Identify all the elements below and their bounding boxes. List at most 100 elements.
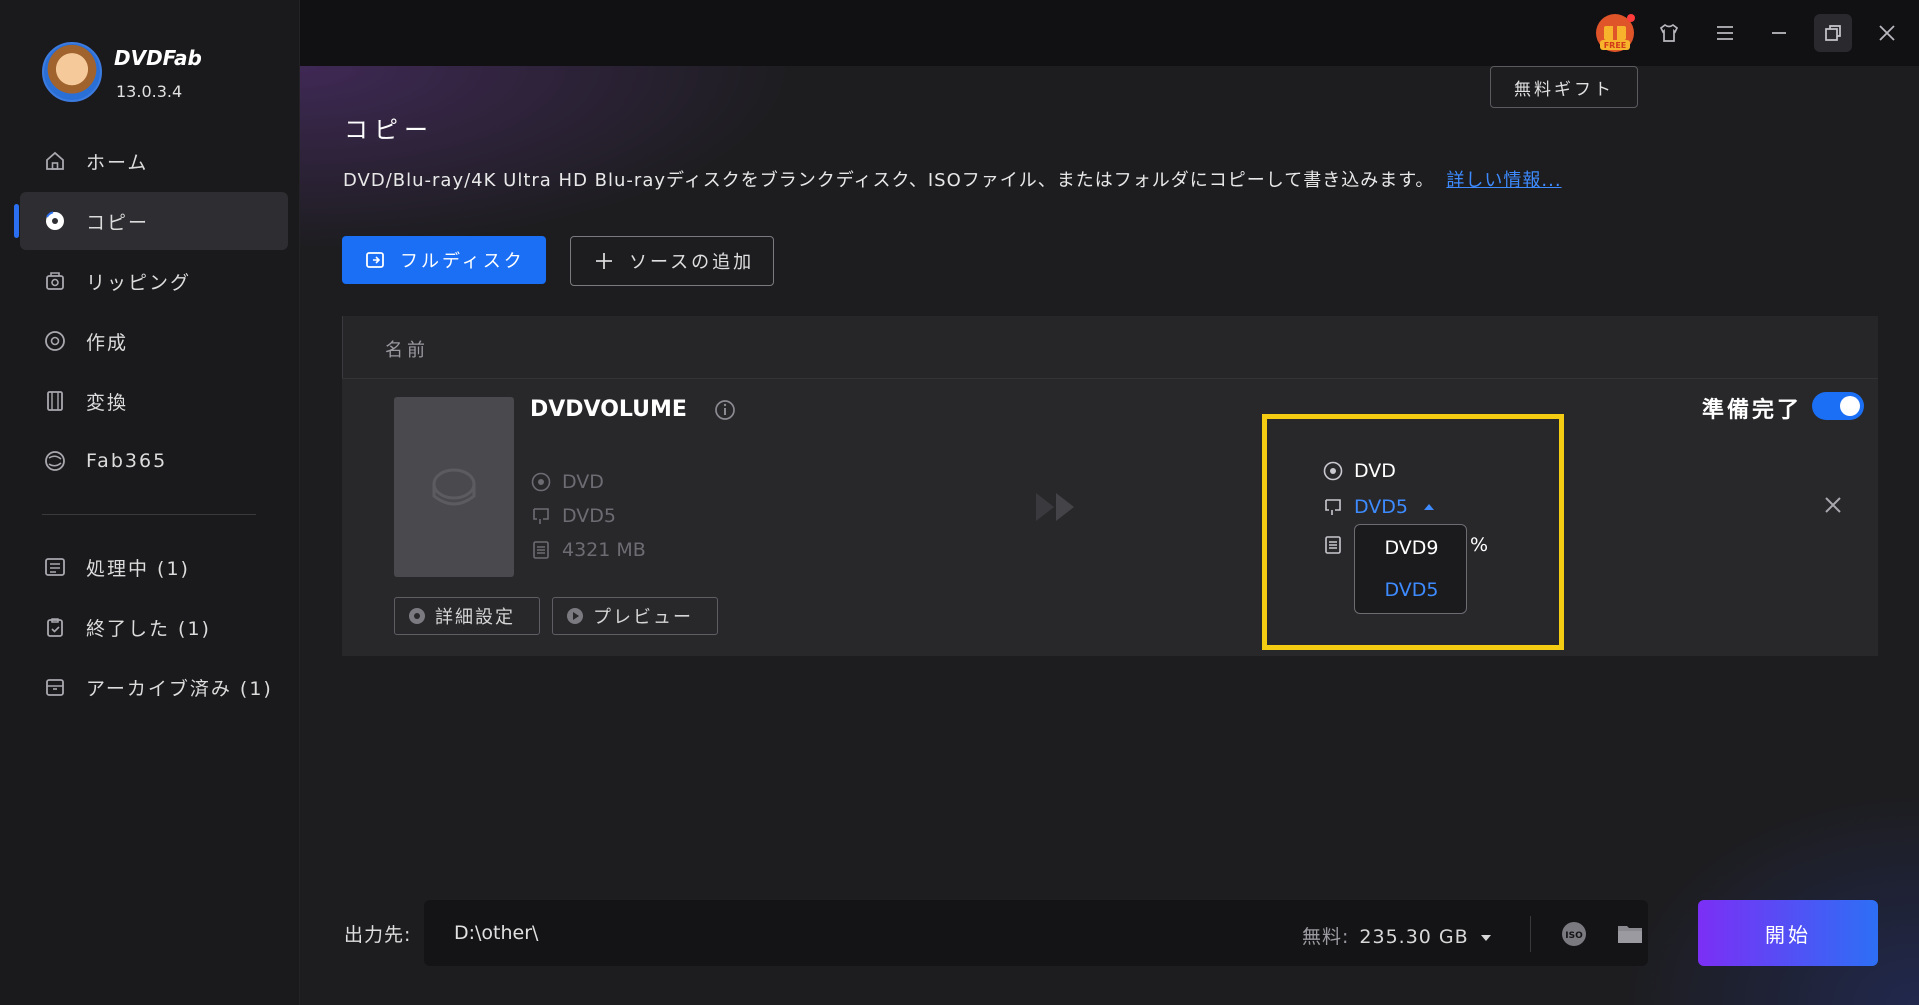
column-header-name: 名前 [385, 340, 429, 361]
target-disc-select[interactable]: DVD5 [1322, 496, 1436, 518]
target-type: DVD [1322, 460, 1396, 482]
source-size-label: 4321 MB [562, 539, 646, 561]
add-source-button[interactable]: ソースの追加 [570, 236, 774, 286]
svg-text:ISO: ISO [1565, 931, 1583, 941]
free-space[interactable]: 無料: 235.30 GB [1302, 922, 1492, 949]
advanced-settings-label: 詳細設定 [435, 607, 515, 628]
preview-label: プレビュー [593, 607, 693, 628]
full-disc-button[interactable]: フルディスク [342, 236, 546, 284]
archive-box-icon [44, 676, 66, 698]
free-space-label: 無料: [1302, 926, 1350, 948]
sidebar-item-label: ホーム [86, 151, 149, 174]
app-window: DVDFab 13.0.3.4 ホーム コピー リッピング 作成 変換 Fab3… [0, 0, 1919, 1005]
preview-button[interactable]: プレビュー [552, 597, 718, 635]
folder-icon[interactable] [1614, 918, 1646, 950]
sidebar-item-finished[interactable]: 終了した (1) [20, 598, 288, 656]
dropdown-option-dvd9[interactable]: DVD9 [1355, 537, 1468, 559]
source-disc-label: DVD5 [562, 505, 617, 527]
plus-icon [593, 250, 615, 272]
ready-status-label: 準備完了 [1702, 398, 1803, 423]
disc-type-dropdown: DVD9 DVD5 [1354, 524, 1467, 614]
add-source-label: ソースの追加 [629, 252, 755, 273]
app-name: DVDFab [114, 46, 202, 70]
sidebar-item-label: アーカイブ済み (1) [86, 677, 273, 700]
sidebar-item-label: 作成 [86, 331, 129, 354]
ready-toggle[interactable] [1812, 392, 1864, 420]
ripper-icon [44, 270, 66, 292]
minimize-icon[interactable] [1760, 14, 1798, 52]
brand: DVDFab 13.0.3.4 [42, 42, 282, 112]
sidebar-item-fab365[interactable]: Fab365 [20, 432, 288, 490]
caret-down-icon [1480, 926, 1492, 948]
sidebar-divider [42, 514, 256, 515]
theme-shirt-icon[interactable] [1650, 14, 1688, 52]
source-type-label: DVD [562, 471, 604, 493]
target-percent: % [1470, 534, 1489, 556]
disc-thumbnail [394, 397, 514, 577]
sidebar-item-label: 変換 [86, 391, 129, 414]
source-title: DVDVOLUME [530, 397, 687, 422]
file-size-icon [530, 539, 552, 561]
output-path-field[interactable]: D:\other\ 無料: 235.30 GB ISO [424, 900, 1648, 966]
disc-size-icon [530, 505, 552, 527]
sidebar-item-home[interactable]: ホーム [20, 132, 288, 190]
finished-clipboard-icon [44, 616, 66, 638]
table-row: DVDVOLUME DVD DVD5 4321 MB 詳細設定 プレビュー [342, 378, 1878, 656]
sidebar-item-label: 終了した (1) [86, 617, 211, 640]
sidebar: DVDFab 13.0.3.4 ホーム コピー リッピング 作成 変換 Fab3… [0, 0, 300, 1005]
close-icon[interactable] [1868, 14, 1906, 52]
file-size-icon [1322, 534, 1344, 556]
start-button[interactable]: 開始 [1698, 900, 1878, 966]
page-description: DVD/Blu-ray/4K Ultra HD Blu-rayディスクをブランク… [343, 166, 1562, 192]
sidebar-item-copy[interactable]: コピー [14, 192, 288, 250]
gift-badge-text: FREE [1604, 41, 1627, 50]
settings-icon [407, 606, 427, 626]
free-space-value: 235.30 GB [1359, 926, 1469, 948]
app-version: 13.0.3.4 [116, 82, 183, 101]
info-icon[interactable] [714, 399, 736, 421]
processing-list-icon [44, 556, 66, 578]
page-description-text: DVD/Blu-ray/4K Ultra HD Blu-rayディスクをブランク… [343, 170, 1435, 191]
fab365-icon [44, 450, 66, 472]
table-header: 名前 [342, 316, 1878, 378]
iso-output-icon[interactable]: ISO [1558, 918, 1590, 950]
sidebar-item-label: コピー [86, 211, 150, 234]
creator-icon [44, 330, 66, 352]
disc-size-icon [1322, 496, 1344, 518]
home-icon [44, 150, 66, 172]
source-type: DVD [530, 471, 604, 493]
menu-icon[interactable] [1706, 14, 1744, 52]
sidebar-item-ripper[interactable]: リッピング [20, 252, 288, 310]
output-divider [1530, 916, 1531, 952]
sidebar-item-processing[interactable]: 処理中 (1) [20, 538, 288, 596]
output-label: 出力先: [344, 924, 412, 946]
target-size [1322, 534, 1354, 556]
sidebar-item-label: 処理中 (1) [86, 557, 190, 580]
target-disc-label: DVD5 [1354, 496, 1409, 518]
source-size: 4321 MB [530, 539, 646, 561]
free-gift-button[interactable]: 無料ギフト [1490, 66, 1638, 108]
more-info-link[interactable]: 詳しい情報... [1446, 170, 1561, 191]
full-disc-icon [364, 249, 386, 271]
forward-arrow-icon [1028, 489, 1088, 525]
advanced-settings-button[interactable]: 詳細設定 [394, 597, 540, 635]
copy-disc-icon [44, 210, 66, 232]
sidebar-item-creator[interactable]: 作成 [20, 312, 288, 370]
iso-disc-icon [530, 471, 552, 493]
sidebar-item-label: リッピング [86, 271, 192, 294]
sidebar-item-converter[interactable]: 変換 [20, 372, 288, 430]
dvdfab-logo-icon [42, 42, 102, 102]
source-disc: DVD5 [530, 505, 616, 527]
play-icon [565, 606, 585, 626]
restore-window-icon[interactable] [1814, 14, 1852, 52]
dropdown-option-dvd5[interactable]: DVD5 [1355, 579, 1468, 601]
remove-item-close-icon[interactable] [1818, 490, 1848, 520]
page-title: コピー [344, 116, 434, 144]
sidebar-item-archived[interactable]: アーカイブ済み (1) [20, 658, 288, 716]
caret-up-icon [1422, 502, 1436, 512]
full-disc-label: フルディスク [400, 251, 525, 272]
gift-icon[interactable]: FREE [1592, 12, 1638, 54]
disc-placeholder-icon [432, 468, 476, 506]
film-convert-icon [44, 390, 66, 412]
sidebar-item-label: Fab365 [86, 450, 168, 472]
